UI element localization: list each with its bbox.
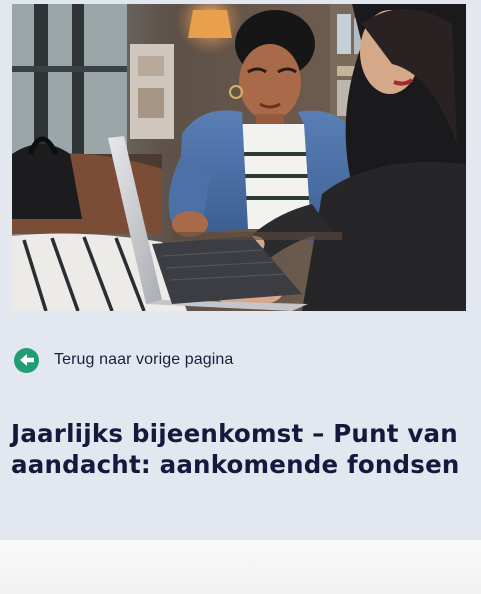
hero-photo-illustration	[12, 4, 466, 311]
footer-strip	[0, 540, 481, 594]
back-link-label: Terug naar vorige pagina	[54, 351, 234, 368]
article-title: Jaarlijks bijeenkomst – Punt van aandach…	[11, 419, 460, 479]
page: Terug naar vorige pagina Jaarlijks bijee…	[0, 0, 481, 594]
back-link[interactable]: Terug naar vorige pagina	[14, 347, 233, 373]
content-panel: Terug naar vorige pagina Jaarlijks bijee…	[0, 0, 481, 540]
arrow-left-circle-icon	[14, 347, 39, 373]
hero-photo	[12, 4, 466, 311]
